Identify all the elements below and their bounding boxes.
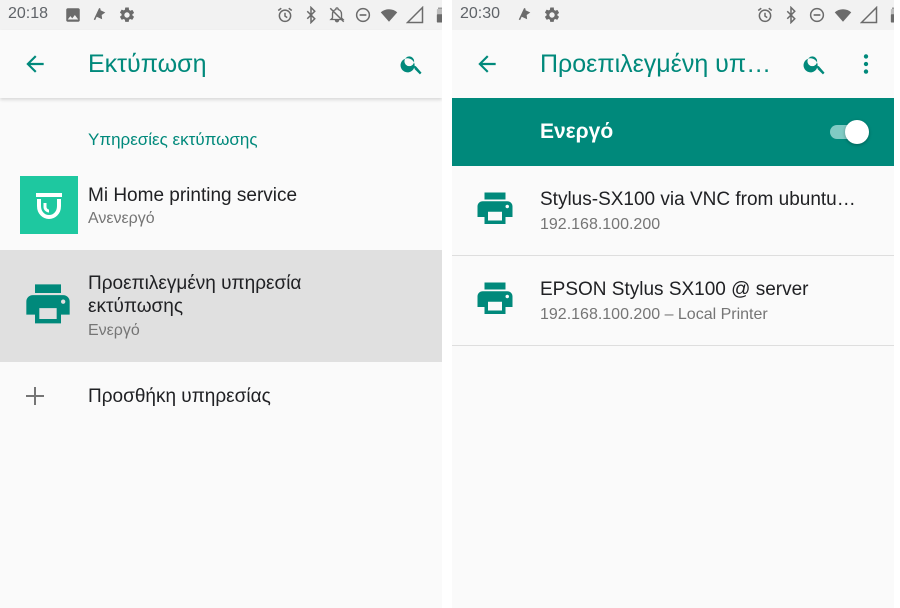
status-time: 20:18	[8, 5, 49, 22]
more-vert-icon	[853, 51, 879, 77]
service-item-default-print[interactable]: Προεπιλεγμένη υπηρεσία εκτύπωσης Ενεργό	[0, 250, 442, 362]
printer-item[interactable]: EPSON Stylus SX100 @ server 192.168.100.…	[452, 256, 894, 346]
status-bar: 20:18	[0, 0, 442, 30]
section-header-print-services: Υπηρεσίες εκτύπωσης	[88, 130, 258, 149]
search-icon	[802, 51, 828, 77]
gear-icon	[118, 6, 136, 24]
do-not-disturb-icon	[808, 6, 826, 24]
status-notification-icons	[64, 6, 136, 24]
arrow-back-icon	[474, 51, 500, 77]
printer-name: Stylus-SX100 via VNC from ubuntu…	[540, 189, 856, 210]
app-bar: Προεπιλεγμένη υπ…	[452, 30, 894, 98]
search-button[interactable]	[396, 48, 428, 80]
service-title-line1: Προεπιλεγμένη υπηρεσία	[88, 273, 302, 294]
search-button[interactable]	[799, 48, 831, 80]
arrow-back-icon	[22, 51, 48, 77]
toggle-switch-thumb[interactable]	[845, 120, 869, 144]
master-switch-label: Ενεργό	[540, 120, 614, 143]
add-service-label: Προσθήκη υπηρεσίας	[88, 386, 271, 407]
do-not-disturb-icon	[354, 6, 372, 24]
app-bar: Εκτύπωση	[0, 30, 442, 98]
back-button[interactable]	[19, 48, 51, 80]
image-icon	[64, 6, 82, 24]
alarm-icon	[276, 6, 294, 24]
bluetooth-icon	[302, 6, 320, 24]
printer-name: EPSON Stylus SX100 @ server	[540, 279, 809, 300]
status-time: 20:30	[460, 5, 501, 22]
printer-address: 192.168.100.200 – Local Printer	[540, 306, 768, 323]
printer-icon	[22, 282, 74, 335]
service-status: Ανενεργό	[88, 210, 155, 227]
mi-home-logo	[20, 176, 78, 234]
flag-icon	[91, 6, 109, 24]
overflow-menu-button[interactable]	[850, 48, 882, 80]
battery-icon	[886, 6, 894, 24]
page-title: Εκτύπωση	[88, 50, 207, 78]
add-service-item[interactable]: Προσθήκη υπηρεσίας	[0, 362, 442, 430]
service-item-mi-home[interactable]: Mi Home printing service Ανενεργό	[0, 164, 442, 250]
no-signal-icon	[406, 6, 424, 24]
search-icon	[399, 51, 425, 77]
status-bar: 20:30	[452, 0, 894, 30]
default-print-service-screen: 20:30 Προεπιλεγμένη υπ… Ενεργό Stylus-SX…	[452, 0, 894, 608]
printer-icon	[474, 280, 516, 325]
print-settings-screen: 20:18 Εκτύπωση Υπηρεσίες εκτύπωσης Mi Ho…	[0, 0, 442, 608]
alarm-icon	[756, 6, 774, 24]
page-title: Προεπιλεγμένη υπ…	[540, 50, 772, 78]
flag-icon	[516, 6, 534, 24]
service-status: Ενεργό	[88, 322, 140, 339]
no-signal-icon	[860, 6, 878, 24]
gear-icon	[543, 6, 561, 24]
wifi-icon	[834, 6, 852, 24]
printer-icon	[474, 190, 516, 235]
status-system-icons	[276, 6, 442, 24]
status-notification-icons	[516, 6, 561, 24]
back-button[interactable]	[471, 48, 503, 80]
notifications-off-icon	[328, 6, 346, 24]
master-switch-bar[interactable]: Ενεργό	[452, 98, 894, 166]
bluetooth-icon	[782, 6, 800, 24]
plus-icon	[24, 385, 46, 412]
battery-icon	[432, 6, 442, 24]
service-title-line2: εκτύπωσης	[88, 296, 183, 317]
printer-address: 192.168.100.200	[540, 216, 661, 233]
printer-item[interactable]: Stylus-SX100 via VNC from ubuntu… 192.16…	[452, 166, 894, 256]
service-title: Mi Home printing service	[88, 185, 298, 206]
wifi-icon	[380, 6, 398, 24]
status-system-icons	[756, 6, 894, 24]
